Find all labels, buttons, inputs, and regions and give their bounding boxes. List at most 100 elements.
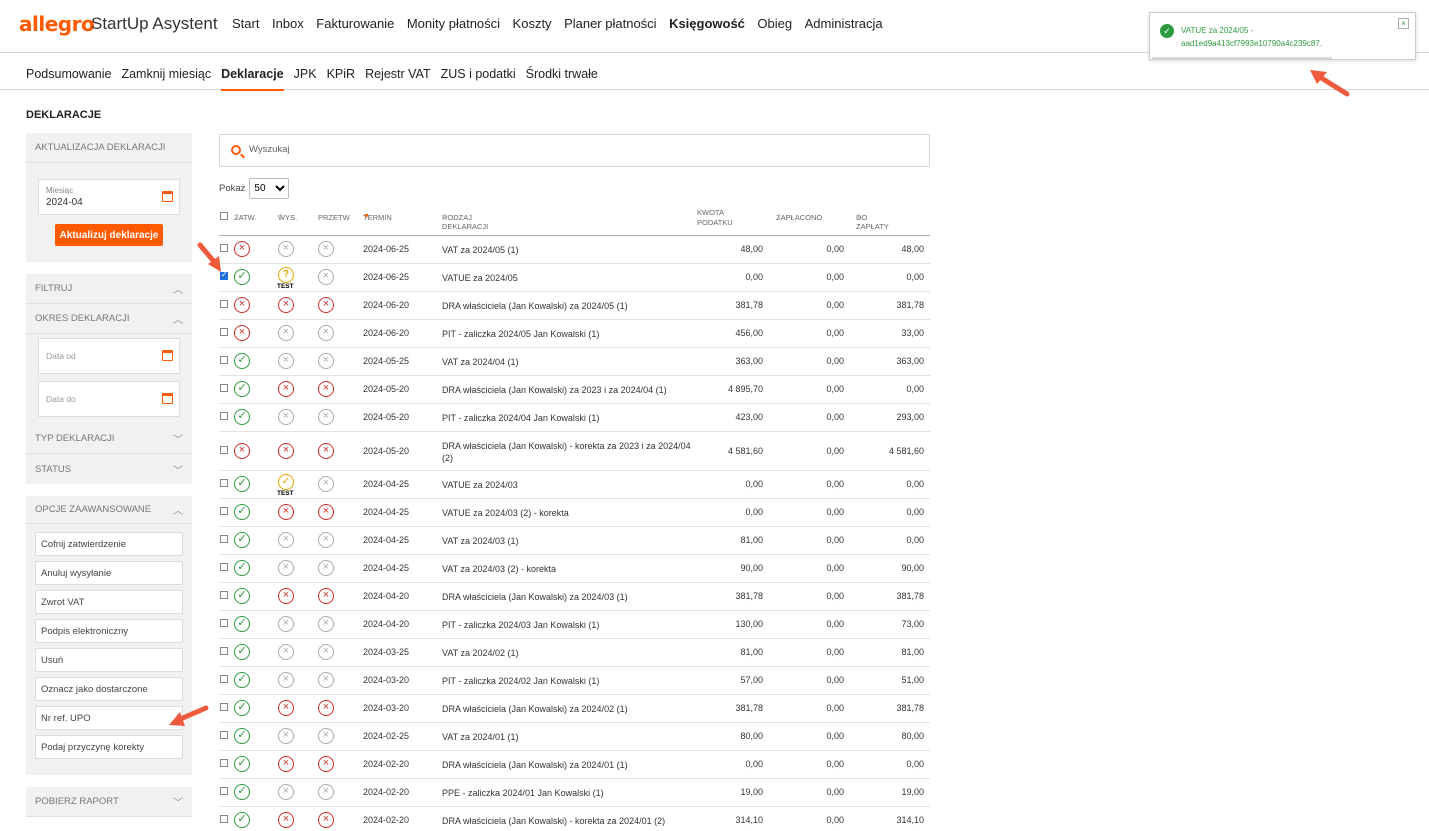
row-checkbox[interactable] — [220, 356, 228, 364]
table-row[interactable]: ✓ × × 2024-04-25 VAT za 2024/03 (1) 81,00 0,00… — [219, 527, 930, 555]
advanced-option-button[interactable]: Nr ref. UPO — [35, 706, 183, 730]
report-toggle[interactable]: POBIERZ RAPORT ﹀ — [26, 787, 192, 817]
x-circle-grey-icon: × — [278, 784, 294, 800]
row-checkbox[interactable] — [220, 445, 228, 454]
close-icon[interactable]: × — [1398, 18, 1409, 29]
advanced-option-button[interactable]: Podpis elektroniczny — [35, 619, 183, 643]
table-row[interactable]: ✓ × × 2024-02-20 PPE - zaliczka 2024/01 Jan … — [219, 779, 930, 807]
subnav-item-5[interactable]: Rejestr VAT — [365, 67, 431, 91]
date-from-field[interactable]: Data od — [38, 338, 180, 374]
update-declarations-button[interactable]: Aktualizuj deklaracje — [55, 224, 163, 246]
nav-item-5[interactable]: Planer płatności — [564, 16, 657, 31]
cell-termin: 2024-04-25 — [363, 563, 410, 573]
table-row[interactable]: ✓ × × 2024-05-20 PIT - zaliczka 2024/04 Jan … — [219, 404, 930, 432]
nav-item-7[interactable]: Obieg — [757, 16, 792, 31]
toast-progress-bar — [1152, 57, 1332, 59]
calendar-icon[interactable] — [162, 350, 173, 361]
table-row[interactable]: ✓ × × 2024-02-20 DRA właściciela (Jan Kowals… — [219, 807, 930, 831]
table-row[interactable]: ✓?TEST × 2024-06-25 VATUE za 2024/05 0,00 0,0… — [219, 264, 930, 292]
nav-item-6[interactable]: Księgowość — [669, 16, 745, 31]
row-checkbox[interactable] — [220, 815, 228, 823]
table-row[interactable]: ✓ × × 2024-04-25 VAT za 2024/03 (2) - korekt… — [219, 555, 930, 583]
table-row[interactable]: ✓ × × 2024-03-20 DRA właściciela (Jan Kowals… — [219, 695, 930, 723]
nav-item-0[interactable]: Start — [232, 16, 259, 31]
subnav-item-6[interactable]: ZUS i podatki — [441, 67, 516, 91]
status-toggle[interactable]: STATUS ﹀ — [26, 454, 192, 484]
row-checkbox[interactable] — [220, 787, 228, 795]
cell-do-zaplaty: 381,78 — [896, 703, 924, 713]
row-checkbox[interactable] — [220, 507, 228, 515]
cell-do-zaplaty: 90,00 — [901, 563, 924, 573]
table-row[interactable]: ✓ × × 2024-02-20 DRA właściciela (Jan Kowals… — [219, 751, 930, 779]
row-checkbox[interactable] — [220, 328, 228, 336]
row-checkbox[interactable] — [220, 675, 228, 683]
cell-kwota: 456,00 — [735, 328, 763, 338]
nav-item-3[interactable]: Monity płatności — [407, 16, 500, 31]
table-row[interactable]: ✓ × × 2024-04-20 PIT - zaliczka 2024/03 Jan … — [219, 611, 930, 639]
search-box[interactable] — [219, 134, 930, 167]
x-circle-red-icon: × — [318, 700, 334, 716]
table-row[interactable]: ✓ × × 2024-05-20 DRA właściciela (Jan Kowals… — [219, 376, 930, 404]
x-circle-red-icon: × — [318, 504, 334, 520]
table-row[interactable]: × × × 2024-06-25 VAT za 2024/05 (1) 48,00 0,00… — [219, 236, 930, 264]
table-row[interactable]: ✓ × × 2024-04-20 DRA właściciela (Jan Kowals… — [219, 583, 930, 611]
subnav-item-3[interactable]: JPK — [294, 67, 317, 91]
advanced-option-button[interactable]: Cofnij zatwierdzenie — [35, 532, 183, 556]
nav-item-2[interactable]: Fakturowanie — [316, 16, 394, 31]
select-all-checkbox[interactable] — [220, 212, 228, 220]
table-row[interactable]: ✓ × × 2024-04-25 VATUE za 2024/03 (2) - kore… — [219, 499, 930, 527]
subnav-item-0[interactable]: Podsumowanie — [26, 67, 111, 91]
row-checkbox[interactable] — [220, 731, 228, 739]
search-input[interactable] — [249, 144, 849, 155]
advanced-option-button[interactable]: Podaj przyczynę korekty — [35, 735, 183, 759]
cell-rodzaj: VAT za 2024/05 (1) — [442, 245, 519, 255]
type-toggle[interactable]: TYP DEKLARACJI ﹀ — [26, 424, 192, 454]
calendar-icon[interactable] — [162, 191, 173, 202]
allegro-logo[interactable]: allegro — [19, 12, 95, 36]
date-to-field[interactable]: Data do — [38, 381, 180, 417]
table-row[interactable]: × × × 2024-06-20 PIT - zaliczka 2024/05 Jan … — [219, 320, 930, 348]
row-checkbox[interactable] — [220, 479, 228, 487]
row-checkbox[interactable] — [220, 384, 228, 392]
cell-zaplacono: 0,00 — [826, 244, 844, 254]
table-row[interactable]: ✓ × × 2024-03-25 VAT za 2024/02 (1) 81,00 0,00… — [219, 639, 930, 667]
nav-item-4[interactable]: Koszty — [513, 16, 552, 31]
row-checkbox[interactable] — [220, 535, 228, 543]
row-checkbox[interactable] — [220, 563, 228, 571]
subnav-item-1[interactable]: Zamknij miesiąc — [121, 67, 211, 91]
table-row[interactable]: ✓ × × 2024-02-25 VAT za 2024/01 (1) 80,00 0,00… — [219, 723, 930, 751]
row-checkbox[interactable] — [220, 759, 228, 767]
calendar-icon[interactable] — [162, 393, 173, 404]
table-row[interactable]: ✓ ✓ TEST × 2024-04-25 VATUE za 2024/03 0,00 0,0… — [219, 471, 930, 499]
subnav-item-7[interactable]: Środki trwałe — [526, 67, 598, 91]
advanced-option-button[interactable]: Anuluj wysyłanie — [35, 561, 183, 585]
row-checkbox[interactable] — [220, 619, 228, 627]
cell-rodzaj: DRA właściciela (Jan Kowalski) - korekta… — [442, 440, 691, 463]
row-checkbox[interactable] — [220, 412, 228, 420]
advanced-option-button[interactable]: Usuń — [35, 648, 183, 672]
nav-item-8[interactable]: Administracja — [805, 16, 883, 31]
table-row[interactable]: × × × 2024-06-20 DRA właściciela (Jan Kowals… — [219, 292, 930, 320]
row-checkbox[interactable] — [220, 300, 228, 308]
row-checkbox[interactable] — [220, 703, 228, 711]
advanced-option-button[interactable]: Zwrot VAT — [35, 590, 183, 614]
month-field[interactable]: Miesiąc 2024-04 — [38, 179, 180, 215]
subnav-item-4[interactable]: KPiR — [327, 67, 355, 91]
advanced-option-button[interactable]: Oznacz jako dostarczone — [35, 677, 183, 701]
check-circle-icon: ✓ — [234, 269, 250, 285]
subnav-item-2[interactable]: Deklaracje — [221, 67, 284, 91]
cell-rodzaj: PIT - zaliczka 2024/05 Jan Kowalski (1) — [442, 329, 600, 339]
row-checkbox[interactable] — [220, 647, 228, 655]
page-size-select[interactable]: 50 — [249, 178, 290, 199]
annotation-arrow-icon — [197, 242, 221, 272]
period-toggle[interactable]: OKRES DEKLARACJI ︿ — [26, 304, 192, 334]
filter-toggle[interactable]: FILTRUJ ︿ — [26, 274, 192, 304]
nav-item-1[interactable]: Inbox — [272, 16, 304, 31]
x-circle-grey-icon: × — [278, 616, 294, 632]
page-size: Pokaż 50 — [219, 178, 290, 199]
row-checkbox[interactable] — [220, 591, 228, 599]
table-row[interactable]: × × × 2024-05-20 DRA właściciela (Jan Kowals… — [219, 432, 930, 471]
advanced-toggle[interactable]: OPCJE ZAAWANSOWANE ︿ — [26, 496, 192, 524]
table-row[interactable]: ✓ × × 2024-05-25 VAT za 2024/04 (1) 363,00 0,0… — [219, 348, 930, 376]
table-row[interactable]: ✓ × × 2024-03-20 PIT - zaliczka 2024/02 Jan … — [219, 667, 930, 695]
